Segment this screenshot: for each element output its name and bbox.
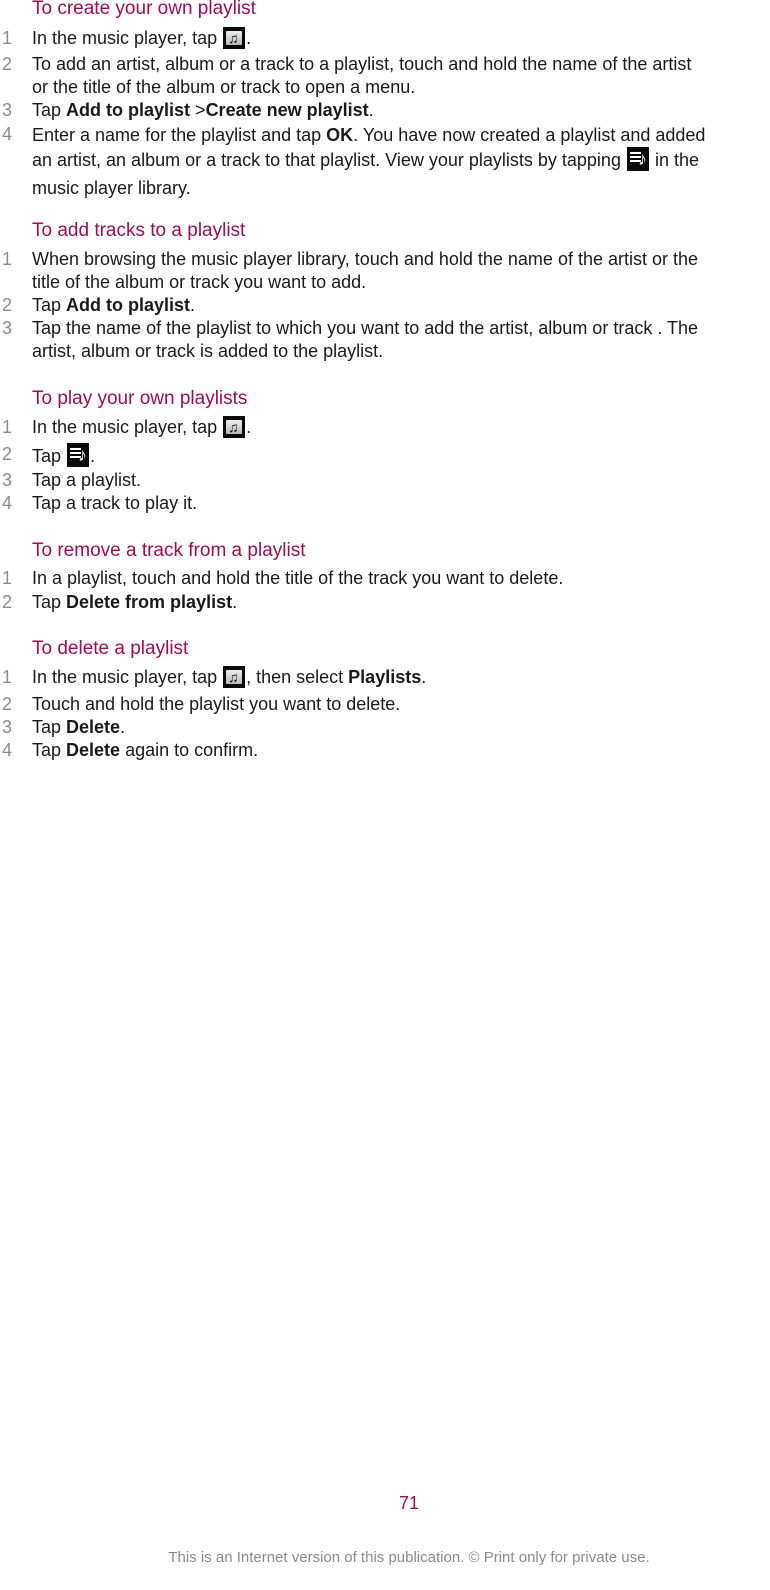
step-number: 1 <box>2 249 13 269</box>
music-folder-icon <box>223 27 246 49</box>
step-text: Tap ♪. <box>32 443 762 468</box>
step-text-part: . <box>190 295 196 315</box>
step-line: To add an artist, album or a track to a … <box>32 54 692 74</box>
step-text-part: Tap <box>32 592 67 612</box>
step-number: 3 <box>2 318 13 338</box>
step-number: 2 <box>2 592 13 612</box>
step-number: 2 <box>2 694 13 714</box>
step-text: When browsing the music player library, … <box>32 248 762 294</box>
ui-label: Delete <box>66 740 121 760</box>
step-line: title of the album or track you want to … <box>32 272 367 292</box>
step-text-part: , then select <box>246 667 349 687</box>
step-number: 1 <box>2 667 13 687</box>
ui-label: Delete from playlist <box>66 592 233 612</box>
step-line: or the title of the album or track to op… <box>32 77 416 97</box>
step-text-part: Enter a name for the playlist and tap <box>32 125 327 145</box>
step-text-part: In the music player, tap <box>32 417 223 437</box>
section-heading: To add tracks to a playlist <box>32 220 246 241</box>
step-text-part: . <box>90 446 96 466</box>
step-text-part: In the music player, tap <box>32 667 223 687</box>
step-number: 3 <box>2 470 13 490</box>
step-text-part: in the <box>649 150 700 170</box>
step-number: 2 <box>2 54 13 74</box>
playlist-icon: ♪ <box>67 443 90 467</box>
step-text-part: In the music player, tap <box>32 28 223 48</box>
step-text-part: . <box>421 667 427 687</box>
music-folder-icon <box>223 666 246 688</box>
step-text-part: . You have now created a playlist and ad… <box>353 125 706 145</box>
step-line: Tap the name of the playlist to which yo… <box>32 318 699 338</box>
step-number: 1 <box>2 417 13 437</box>
step-line: artist, album or track is added to the p… <box>32 341 384 361</box>
step-number: 1 <box>2 568 13 588</box>
step-text-part: Tap <box>32 740 67 760</box>
step-text-part: . <box>368 100 374 120</box>
step-text: In the music player, tap . <box>32 27 762 50</box>
ui-label: Create new playlist <box>205 100 369 120</box>
step-number: 1 <box>2 28 13 48</box>
step-text-part: . <box>246 417 252 437</box>
ui-label: Add to playlist <box>66 295 191 315</box>
step-text: Tap a playlist. <box>32 470 142 490</box>
step-number: 2 <box>2 295 13 315</box>
step-number: 4 <box>2 740 13 760</box>
step-text-part: Tap <box>32 100 67 120</box>
footer-notice: This is an Internet version of this publ… <box>168 1549 650 1566</box>
step-text: Tap Add to playlist. <box>32 294 762 317</box>
section-heading: To play your own playlists <box>32 388 248 409</box>
step-line: When browsing the music player library, … <box>32 249 699 269</box>
step-line: music player library. <box>32 178 191 198</box>
ui-label: Playlists <box>348 667 422 687</box>
step-number: 3 <box>2 100 13 120</box>
step-text: Tap Delete from playlist. <box>32 591 762 614</box>
step-text: Enter a name for the playlist and tap OK… <box>32 123 762 200</box>
step-text: Tap a track to play it. <box>32 493 198 513</box>
music-folder-icon <box>223 416 246 438</box>
step-text-part: Tap <box>32 295 67 315</box>
page-number: 71 <box>398 1493 420 1513</box>
ui-label: OK <box>326 125 354 145</box>
ui-label: Delete <box>66 717 121 737</box>
step-text: In the music player, tap . <box>32 416 762 439</box>
step-text: Tap Add to playlist >Create new playlist… <box>32 99 762 122</box>
step-text-part: . <box>246 28 252 48</box>
section-heading: To create your own playlist <box>32 0 256 19</box>
step-text-part: Tap <box>32 717 67 737</box>
step-number: 3 <box>2 717 13 737</box>
step-number: 4 <box>2 493 13 513</box>
step-text-part: . <box>120 717 126 737</box>
step-text: In the music player, tap , then select P… <box>32 666 762 689</box>
step-text-part: Tap <box>32 446 67 466</box>
step-text-part: . <box>232 592 238 612</box>
music-note: ♪ <box>78 445 88 465</box>
music-note: ♪ <box>637 149 647 169</box>
step-number: 2 <box>2 444 13 464</box>
section-heading: To delete a playlist <box>32 638 189 659</box>
step-text: To add an artist, album or a track to a … <box>32 53 762 99</box>
ui-label: Add to playlist <box>66 100 191 120</box>
playlist-icon: ♪ <box>626 147 649 171</box>
step-text: Tap Delete. <box>32 716 762 739</box>
step-text: Tap Delete again to confirm. <box>32 739 762 762</box>
step-text-part: an artist, an album or a track to that p… <box>32 150 626 170</box>
step-text-part: again to confirm. <box>120 740 259 760</box>
step-number: 4 <box>2 124 13 144</box>
section-heading: To remove a track from a playlist <box>32 540 306 561</box>
step-text: Touch and hold the playlist you want to … <box>32 694 401 714</box>
step-text: In a playlist, touch and hold the title … <box>32 568 564 588</box>
step-text-part: > <box>190 100 206 120</box>
step-text: Tap the name of the playlist to which yo… <box>32 317 762 363</box>
